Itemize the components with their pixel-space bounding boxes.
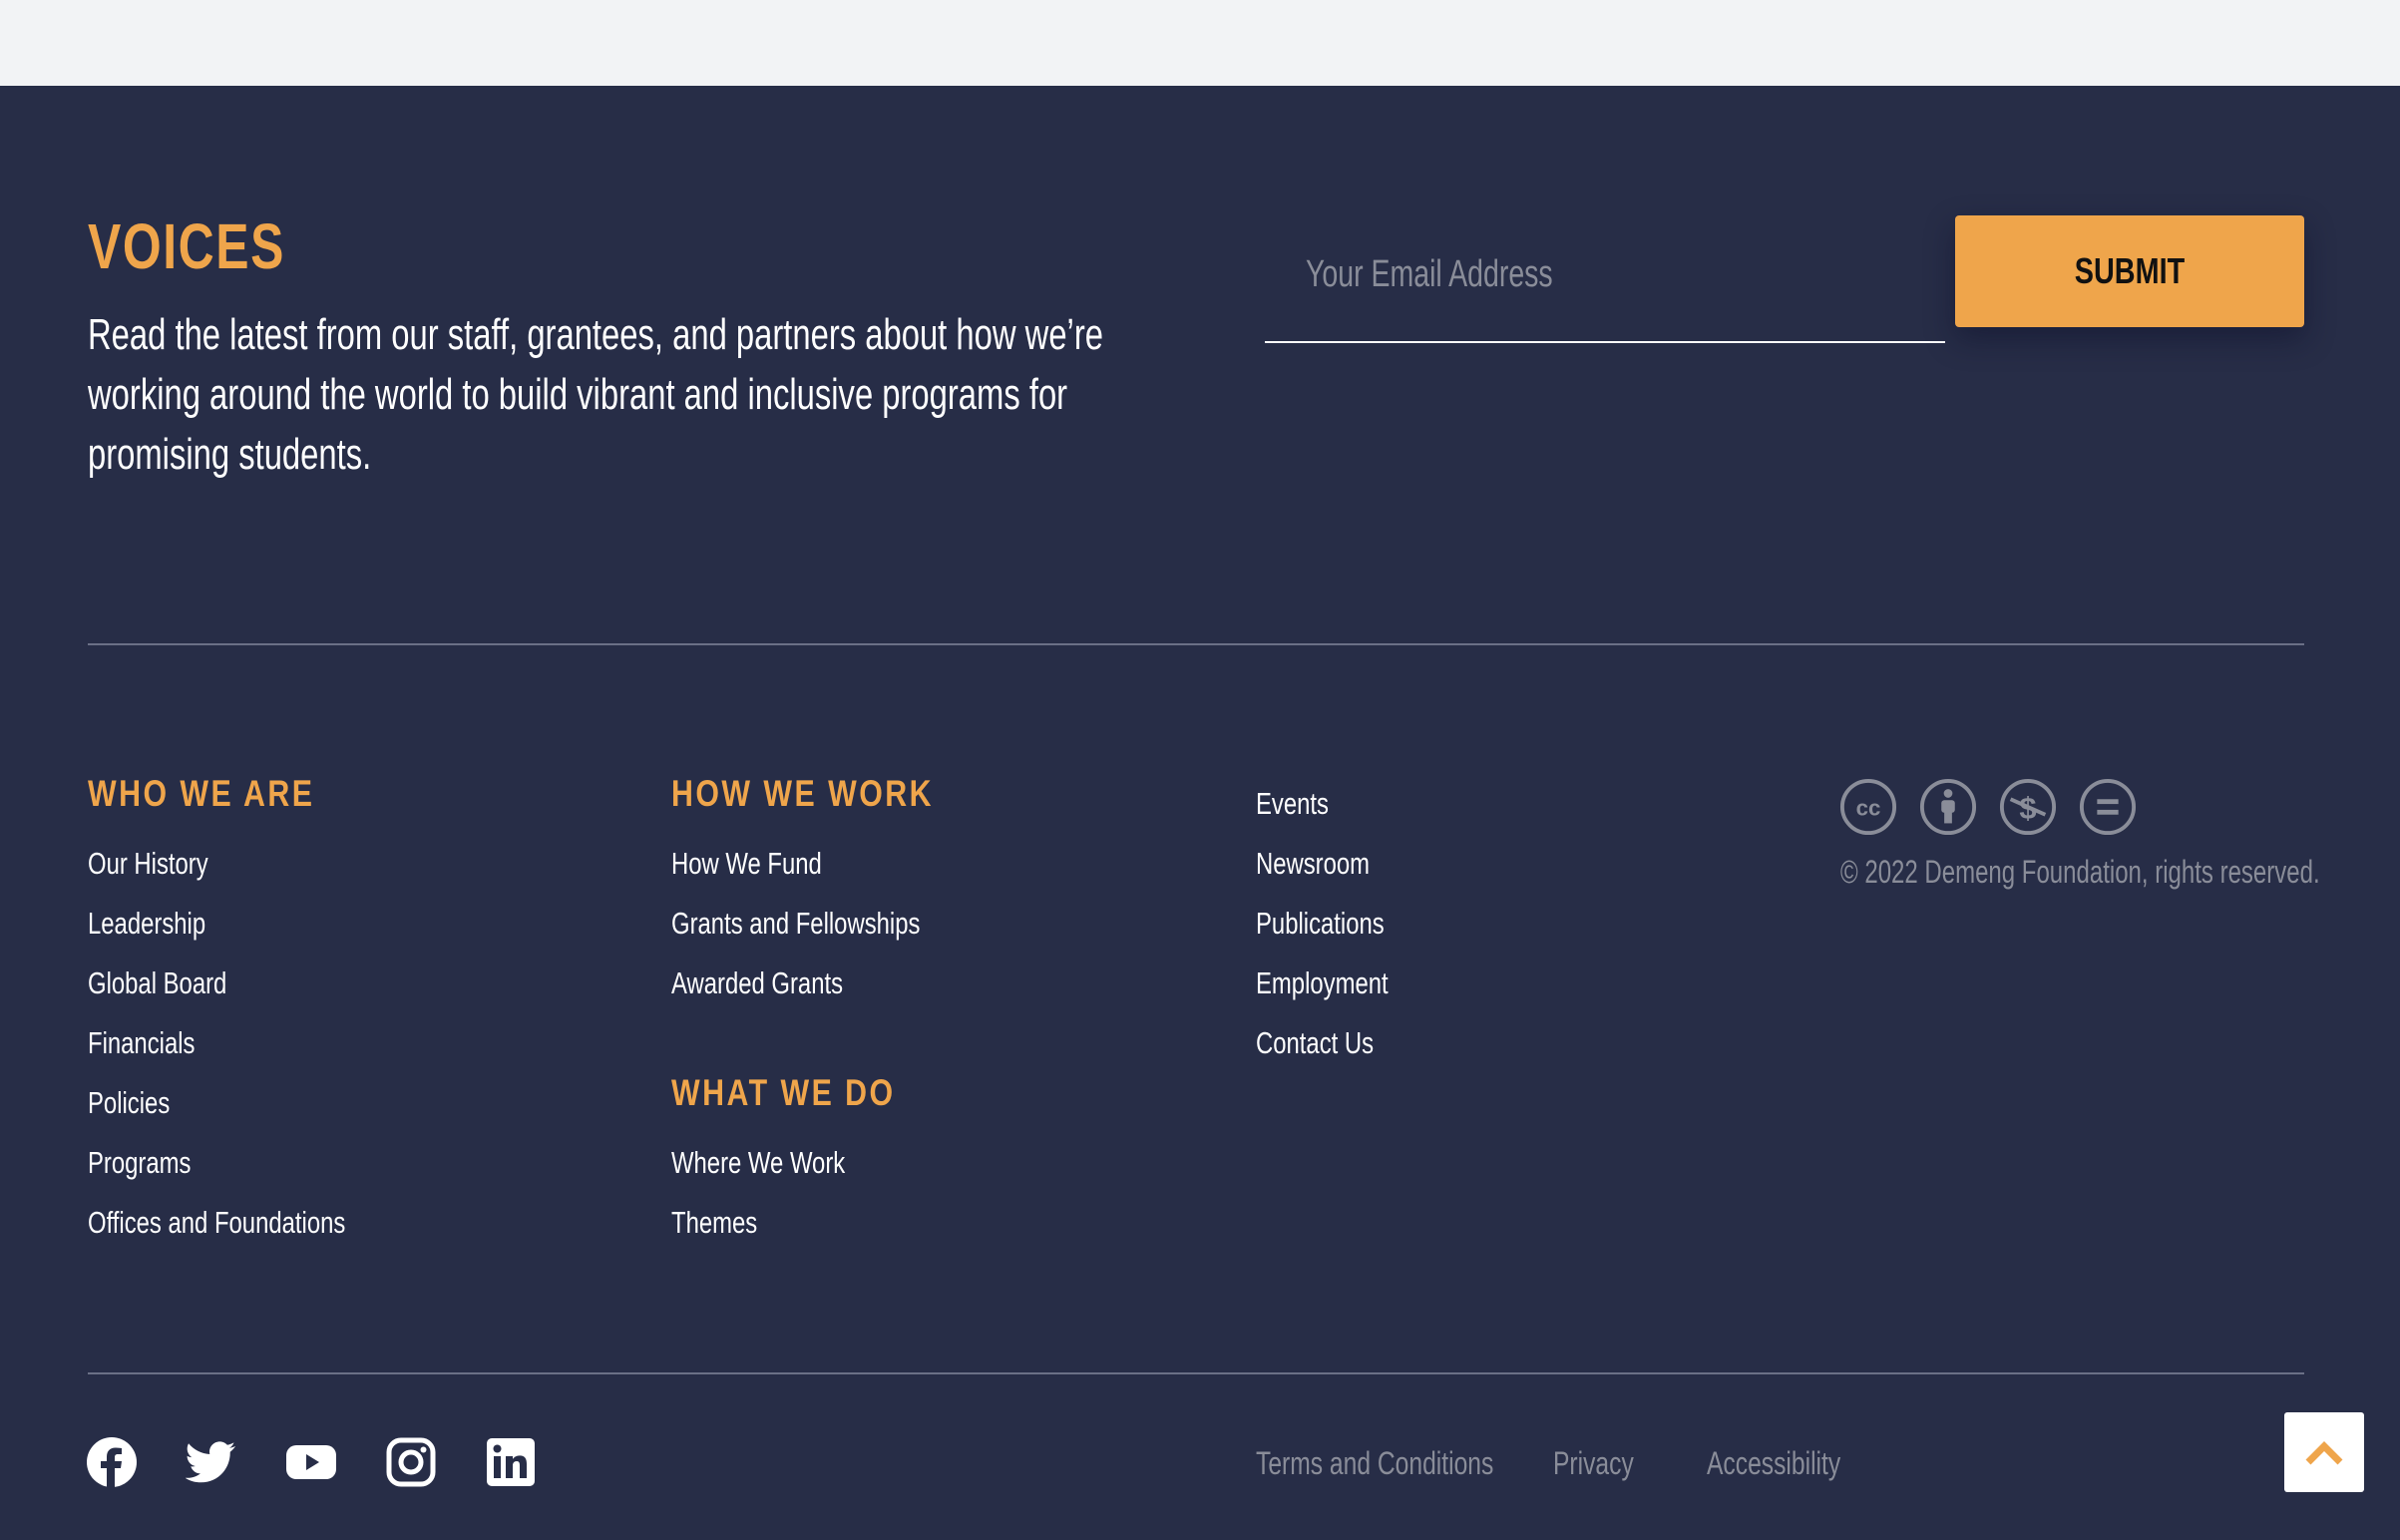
link-newsroom[interactable]: Newsroom (1256, 846, 1370, 882)
creative-commons-icon: cc (1839, 778, 1897, 836)
top-page-strip (0, 0, 2400, 86)
submit-label: SUBMIT (2074, 250, 2186, 291)
heading-who-we-are: WHO WE ARE (88, 773, 315, 814)
license-icons: cc $ (1839, 778, 2137, 836)
back-to-top-button[interactable] (2284, 1412, 2364, 1492)
link-where-we-work[interactable]: Where We Work (671, 1145, 845, 1181)
link-contact-us[interactable]: Contact Us (1256, 1025, 1374, 1061)
heading-how-we-work: HOW WE WORK (671, 773, 935, 814)
heading-what-we-do: WHAT WE DO (671, 1072, 896, 1113)
copyright-text: © 2022 Demeng Foundation, rights reserve… (1840, 854, 2320, 890)
link-global-board[interactable]: Global Board (88, 965, 226, 1001)
link-publications[interactable]: Publications (1256, 906, 1385, 942)
twitter-icon[interactable] (186, 1436, 237, 1488)
chevron-up-icon (2305, 1441, 2343, 1465)
link-financials[interactable]: Financials (88, 1025, 195, 1061)
youtube-icon[interactable] (285, 1436, 337, 1488)
link-offices-and-foundations[interactable]: Offices and Foundations (88, 1205, 345, 1241)
link-privacy[interactable]: Privacy (1553, 1445, 1634, 1482)
link-themes[interactable]: Themes (671, 1205, 757, 1241)
link-events[interactable]: Events (1256, 786, 1329, 822)
facebook-icon[interactable] (86, 1436, 138, 1488)
link-how-we-fund[interactable]: How We Fund (671, 846, 822, 882)
link-terms-and-conditions[interactable]: Terms and Conditions (1256, 1445, 1493, 1482)
voices-description: Read the latest from our staff, grantees… (88, 310, 1103, 479)
link-our-history[interactable]: Our History (88, 846, 208, 882)
link-programs[interactable]: Programs (88, 1145, 191, 1181)
submit-button[interactable]: SUBMIT (1955, 215, 2304, 327)
link-policies[interactable]: Policies (88, 1085, 170, 1121)
no-derivatives-icon (2079, 778, 2137, 836)
voices-title: VOICES (88, 210, 285, 282)
link-leadership[interactable]: Leadership (88, 906, 205, 942)
email-placeholder: Your Email Address (1306, 253, 1553, 295)
attribution-icon (1919, 778, 1977, 836)
footer-divider-top (88, 643, 2304, 645)
link-grants-and-fellowships[interactable]: Grants and Fellowships (671, 906, 920, 942)
instagram-icon[interactable] (385, 1436, 437, 1488)
link-employment[interactable]: Employment (1256, 965, 1389, 1001)
link-accessibility[interactable]: Accessibility (1707, 1445, 1840, 1482)
footer-divider-bottom (88, 1372, 2304, 1374)
noncommercial-icon: $ (1999, 778, 2057, 836)
link-awarded-grants[interactable]: Awarded Grants (671, 965, 843, 1001)
svg-text:cc: cc (1856, 796, 1881, 821)
linkedin-icon[interactable] (485, 1436, 537, 1488)
